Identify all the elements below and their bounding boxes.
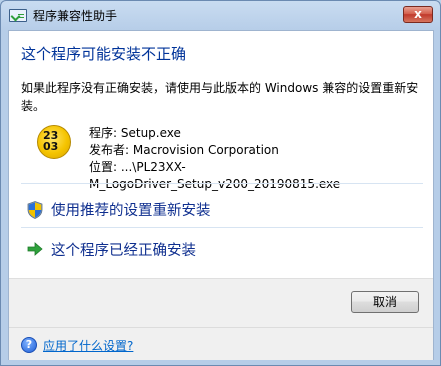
footer-divider xyxy=(9,327,433,328)
window-title: 程序兼容性助手 xyxy=(33,9,118,23)
divider xyxy=(21,183,423,184)
program-publisher: 发布者: Macrovision Corporation xyxy=(89,143,279,157)
program-icon-text-bottom: 03 xyxy=(43,140,59,153)
dialog-footer: 取消 ? 应用了什么设置? xyxy=(9,278,433,360)
help-icon[interactable]: ? xyxy=(21,337,37,353)
close-button[interactable]: x xyxy=(403,6,433,23)
program-icon: 23 03 xyxy=(35,123,73,161)
divider xyxy=(21,227,423,228)
dialog-description: 如果此程序没有正确安装，请使用与此版本的 Windows 兼容的设置重新安装。 xyxy=(21,81,419,113)
reinstall-recommended-option[interactable]: 使用推荐的设置重新安装 xyxy=(21,193,423,225)
installed-correctly-label: 这个程序已经正确安装 xyxy=(51,243,196,259)
reinstall-recommended-label: 使用推荐的设置重新安装 xyxy=(51,203,211,219)
cancel-button[interactable]: 取消 xyxy=(351,291,419,313)
green-arrow-icon xyxy=(27,242,43,256)
title-bar: 程序兼容性助手 x xyxy=(1,1,440,29)
app-icon xyxy=(9,9,27,22)
uac-shield-icon xyxy=(27,201,43,219)
dialog-heading: 这个程序可能安装不正确 xyxy=(21,45,187,63)
installed-correctly-option[interactable]: 这个程序已经正确安装 xyxy=(21,233,423,265)
program-location: 位置: ...\PL23XX-M_LogoDriver_Setup_v200_2… xyxy=(89,160,341,191)
dialog-content: 这个程序可能安装不正确 如果此程序没有正确安装，请使用与此版本的 Windows… xyxy=(8,30,434,360)
program-name: 程序: Setup.exe xyxy=(89,126,181,140)
settings-help-link[interactable]: 应用了什么设置? xyxy=(43,337,133,354)
compatibility-assistant-window: 程序兼容性助手 x 这个程序可能安装不正确 如果此程序没有正确安装，请使用与此版… xyxy=(0,0,441,366)
